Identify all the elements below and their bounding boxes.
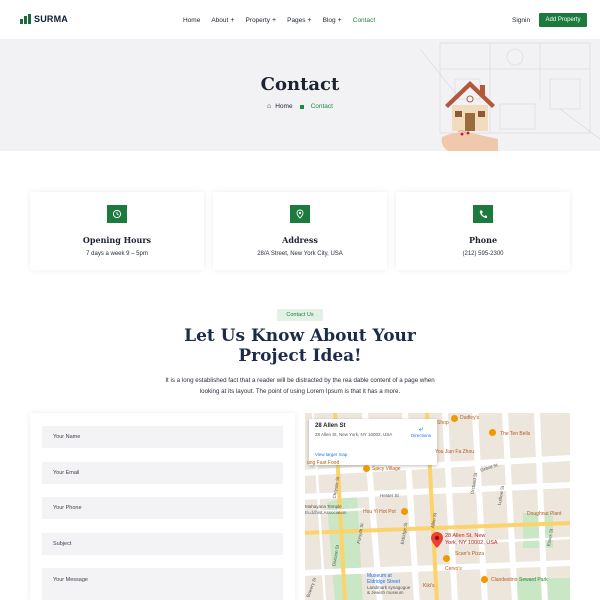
poi-icon bbox=[401, 508, 408, 515]
map-place-label: Cervo's bbox=[445, 566, 462, 572]
info-card-hours: Opening Hours 7 days a week 9 – 5pm bbox=[30, 192, 204, 270]
plus-icon: + bbox=[337, 17, 342, 24]
map-info-window: 28 Allen St 28 Allen St, New York, NY 10… bbox=[309, 419, 437, 465]
section-title-line2: Project Idea! bbox=[238, 346, 362, 366]
map-pin-label-line2: York, NY 10002, USA bbox=[445, 540, 498, 546]
plus-icon: + bbox=[307, 17, 312, 24]
breadcrumb-separator bbox=[299, 104, 304, 109]
message-field[interactable] bbox=[42, 568, 283, 600]
map-place-label: Buddhist Association bbox=[305, 510, 347, 515]
card-text: 7 days a week 9 – 5pm bbox=[86, 251, 148, 257]
map-place-label: & Jewish museum bbox=[367, 590, 404, 595]
map-place-label: Shop bbox=[437, 420, 449, 426]
nav-item-contact[interactable]: Contact bbox=[353, 17, 375, 24]
card-text: 28/A Street, New York City, USA bbox=[257, 251, 343, 257]
poi-icon bbox=[481, 576, 488, 583]
card-title: Opening Hours bbox=[82, 235, 152, 245]
map-place-label: Hou Yi Hot Pot bbox=[363, 509, 396, 515]
nav-item-home[interactable]: Home bbox=[183, 17, 200, 24]
map-place-label: Kiki's bbox=[423, 583, 435, 589]
breadcrumb: ⌂ Home Contact bbox=[0, 103, 600, 110]
map-place-label: You Jian Fa Zhou bbox=[435, 449, 475, 455]
page-hero: Contact ⌂ Home Contact bbox=[0, 39, 600, 151]
add-property-button[interactable]: Add Property bbox=[539, 13, 587, 27]
blueprint-background-image bbox=[419, 42, 600, 140]
home-icon: ⌂ bbox=[267, 103, 272, 110]
section-title: Let Us Know About Your Project Idea! bbox=[150, 326, 450, 366]
section-badge: Contact Us bbox=[277, 309, 323, 321]
poi-icon bbox=[443, 555, 450, 562]
breadcrumb-home-link[interactable]: Home bbox=[275, 103, 292, 110]
subject-field[interactable] bbox=[42, 533, 283, 555]
embedded-map[interactable]: 28 Allen St 28 Allen St, New York, NY 10… bbox=[305, 413, 570, 600]
plus-icon: + bbox=[230, 17, 235, 24]
street-label: Hester St bbox=[380, 493, 399, 498]
logo-icon bbox=[20, 14, 31, 24]
view-larger-map-link[interactable]: View larger map bbox=[315, 452, 347, 457]
directions-label: Directions bbox=[410, 433, 431, 438]
section-description: It is a long established fact that a rea… bbox=[165, 377, 435, 395]
logo-text: SURMA bbox=[34, 14, 68, 24]
name-field[interactable] bbox=[42, 426, 283, 448]
nav-item-property[interactable]: Property + bbox=[245, 17, 276, 24]
phone-field[interactable] bbox=[42, 497, 283, 519]
card-text: (212) 595-2300 bbox=[462, 251, 504, 257]
map-place-label: The Ten Bells bbox=[500, 431, 531, 437]
poi-icon bbox=[451, 415, 458, 422]
email-field[interactable] bbox=[42, 462, 283, 484]
directions-icon: ⤶ bbox=[418, 424, 424, 433]
nav-item-blog[interactable]: Blog + bbox=[323, 17, 342, 24]
breadcrumb-current: Contact bbox=[310, 103, 333, 110]
navbar: SURMA Home About + Property + Pages + Blog +… bbox=[0, 0, 600, 39]
map-place-label: Spicy Village bbox=[372, 466, 401, 472]
map-place-label: Dudley's bbox=[460, 415, 480, 421]
clock-icon bbox=[107, 205, 127, 223]
logo[interactable]: SURMA bbox=[20, 14, 68, 24]
map-place-label: Seward Park bbox=[519, 577, 548, 583]
nav-item-about[interactable]: About + bbox=[211, 17, 234, 24]
main-nav: Home About + Property + Pages + Blog + Conta… bbox=[183, 17, 386, 24]
info-card-address: Address 28/A Street, New York City, USA bbox=[213, 192, 387, 270]
page-title: Contact bbox=[260, 74, 340, 95]
directions-button[interactable]: ⤶ Directions bbox=[410, 424, 431, 439]
card-title: Address bbox=[282, 235, 318, 245]
map-pin-label-line1: 28 Allen St, New bbox=[445, 533, 486, 539]
map-pin-icon[interactable] bbox=[431, 532, 443, 548]
map-pin-icon bbox=[290, 205, 310, 223]
contact-form bbox=[30, 413, 295, 600]
map-place-label: Doughnut Plant bbox=[527, 511, 562, 517]
section-title-line1: Let Us Know About Your bbox=[184, 326, 416, 346]
card-title: Phone bbox=[468, 235, 498, 245]
plus-icon: + bbox=[272, 17, 277, 24]
info-card-phone: Phone (212) 595-2300 bbox=[396, 192, 570, 270]
phone-icon bbox=[473, 205, 493, 223]
map-place-label: Mahayana Temple bbox=[305, 504, 342, 509]
map-place-label: Clandestino bbox=[491, 577, 518, 583]
map-place-label: Scarr's Pizza bbox=[455, 551, 485, 557]
nav-item-pages[interactable]: Pages + bbox=[287, 17, 312, 24]
poi-icon bbox=[363, 465, 370, 472]
signin-link[interactable]: Signin bbox=[512, 17, 530, 24]
poi-icon bbox=[489, 429, 496, 436]
map-place-label: ung Fast Food bbox=[307, 460, 340, 466]
